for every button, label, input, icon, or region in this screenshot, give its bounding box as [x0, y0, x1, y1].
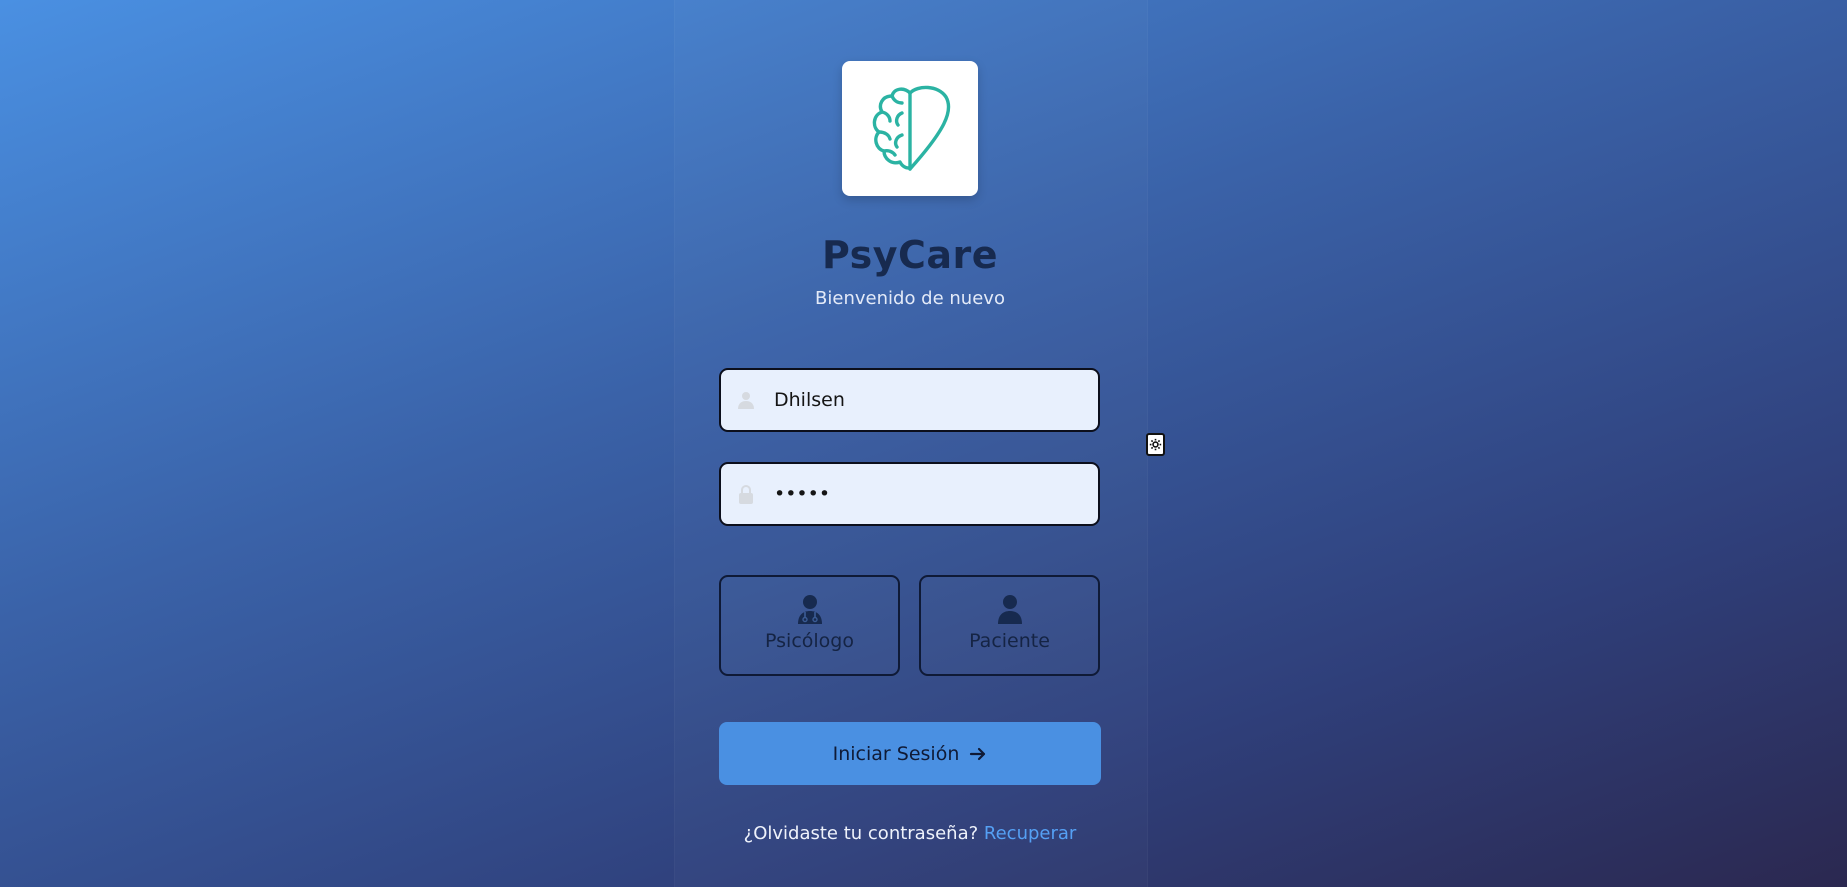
role-psychologist-button[interactable]: Psicólogo — [719, 575, 900, 676]
brain-heart-icon — [872, 85, 951, 171]
settings-button[interactable] — [1146, 433, 1165, 456]
role-psychologist-label: Psicólogo — [765, 630, 854, 652]
role-patient-button[interactable]: Paciente — [919, 575, 1100, 676]
password-recovery: ¿Olvidaste tu contraseña? Recuperar — [674, 823, 1146, 844]
user-icon — [736, 390, 756, 410]
username-input[interactable] — [772, 388, 1076, 412]
doctor-icon — [797, 595, 822, 624]
login-button-label: Iniciar Sesión — [832, 742, 960, 765]
role-patient-label: Paciente — [969, 630, 1050, 652]
arrow-right-icon — [970, 747, 986, 760]
password-field[interactable] — [719, 462, 1100, 526]
login-button[interactable]: Iniciar Sesión — [719, 722, 1101, 785]
welcome-subtitle: Bienvenido de nuevo — [815, 288, 1005, 309]
app-title: PsyCare — [821, 233, 999, 277]
recovery-prompt: ¿Olvidaste tu contraseña? — [743, 823, 979, 844]
user-icon — [997, 595, 1022, 624]
username-field[interactable] — [719, 368, 1100, 432]
app-logo — [842, 61, 978, 196]
recovery-link[interactable]: Recuperar — [984, 823, 1076, 844]
lock-icon — [736, 484, 756, 504]
gear-icon — [1149, 438, 1162, 451]
password-input[interactable] — [772, 482, 1076, 506]
